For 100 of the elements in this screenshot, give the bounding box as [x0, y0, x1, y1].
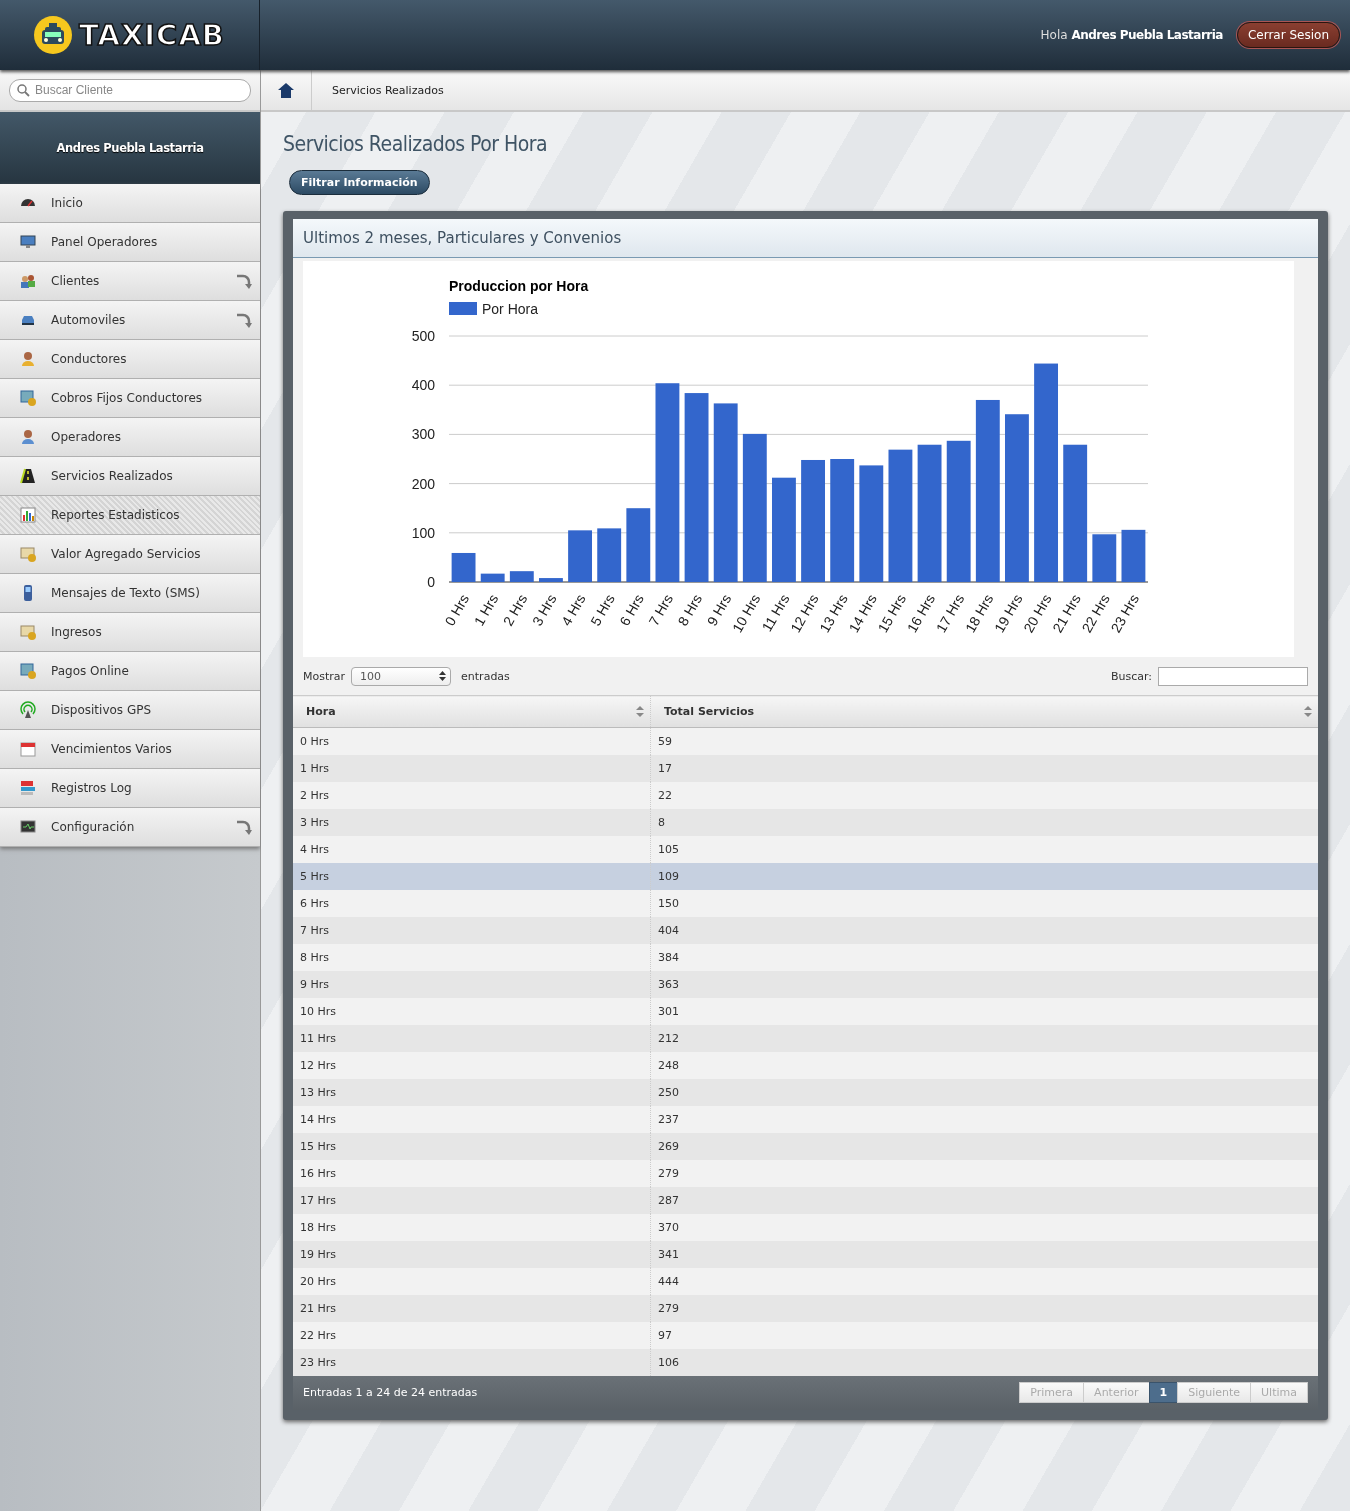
- x-tick-label: 5 Hrs: [587, 591, 618, 629]
- table-cell: 13 Hrs: [293, 1078, 651, 1106]
- table-cell: 9 Hrs: [293, 970, 651, 998]
- table-cell: 97: [650, 1321, 1318, 1349]
- menu-item[interactable]: Inicio: [0, 184, 260, 223]
- chart-title: Produccion por Hora: [449, 278, 589, 294]
- filter-button[interactable]: Filtrar Información: [289, 170, 430, 195]
- x-tick-label: 3 Hrs: [528, 591, 560, 629]
- table-cell: 12 Hrs: [293, 1051, 651, 1079]
- table-cell: 212: [650, 1024, 1318, 1052]
- table-cell: 10 Hrs: [293, 997, 651, 1025]
- menu-item[interactable]: Configuración: [0, 808, 260, 847]
- menu-item[interactable]: Mensajes de Texto (SMS): [0, 574, 260, 613]
- menu-item[interactable]: Ingresos: [0, 613, 260, 652]
- table-cell: 150: [650, 889, 1318, 917]
- monitor-icon: [19, 233, 37, 251]
- menu-item[interactable]: Operadores: [0, 418, 260, 457]
- table-cell: 363: [650, 970, 1318, 998]
- table-cell: 250: [650, 1078, 1318, 1106]
- table-cell: 19 Hrs: [293, 1240, 651, 1268]
- table-cell: 14 Hrs: [293, 1105, 651, 1133]
- menu-item[interactable]: Cobros Fijos Conductores: [0, 379, 260, 418]
- table-cell: 15 Hrs: [293, 1132, 651, 1160]
- home-icon[interactable]: [277, 81, 295, 99]
- table-coins-icon: [19, 662, 37, 680]
- money-coins-icon: [19, 623, 37, 641]
- table-cell: 341: [650, 1240, 1318, 1268]
- sort-arrows-icon: [636, 706, 644, 717]
- menu-item[interactable]: Conductores: [0, 340, 260, 379]
- menu-item[interactable]: Clientes: [0, 262, 260, 301]
- table-cell: 109: [650, 862, 1318, 890]
- logout-button[interactable]: Cerrar Sesion: [1236, 22, 1340, 48]
- x-tick-label: 2 Hrs: [499, 591, 531, 629]
- search-label: Buscar:: [1110, 669, 1152, 683]
- sort-arrows-icon: [439, 671, 447, 681]
- sort-arrows-icon: [1304, 706, 1312, 717]
- column-header[interactable]: Hora: [293, 695, 651, 728]
- entries-info: Entradas 1 a 24 de 24 entradas: [303, 1386, 478, 1399]
- menu-item[interactable]: Valor Agregado Servicios: [0, 535, 260, 574]
- table-cell: 105: [650, 835, 1318, 863]
- y-tick-label: 300: [411, 426, 435, 443]
- money-coins-icon: [19, 545, 37, 563]
- menu-item[interactable]: Panel Operadores: [0, 223, 260, 262]
- logo-text: TAXICAB: [79, 18, 225, 52]
- menu-item[interactable]: Registros Log: [0, 769, 260, 808]
- table-cell: 444: [650, 1267, 1318, 1295]
- search-field[interactable]: Buscar Cliente: [9, 78, 251, 102]
- table-cell: 279: [650, 1294, 1318, 1322]
- table-cell: 17 Hrs: [293, 1186, 651, 1214]
- table-cell: 370: [650, 1213, 1318, 1241]
- greeting-text: Hola Andres Puebla Lastarria: [1040, 28, 1223, 42]
- table-cell: 17: [650, 754, 1318, 782]
- table-cell: 22 Hrs: [293, 1321, 651, 1349]
- table-cell: 279: [650, 1159, 1318, 1187]
- menu-item[interactable]: Pagos Online: [0, 652, 260, 691]
- bar: [480, 573, 505, 582]
- y-tick-label: 100: [411, 524, 435, 541]
- y-tick-label: 500: [411, 328, 435, 344]
- table-cell: 1 Hrs: [293, 754, 651, 782]
- table-cell: 59: [650, 727, 1318, 755]
- table-cell: 18 Hrs: [293, 1213, 651, 1241]
- bar: [1092, 534, 1117, 582]
- y-tick-label: 400: [411, 377, 435, 394]
- people-icon: [19, 272, 37, 290]
- y-tick-label: 200: [411, 475, 435, 492]
- table-cell: 6 Hrs: [293, 889, 651, 917]
- table-cell: 22: [650, 781, 1318, 809]
- table-cell: 16 Hrs: [293, 1159, 651, 1187]
- table-cell: 106: [650, 1348, 1318, 1376]
- person-icon: [19, 428, 37, 446]
- menu-item[interactable]: Dispositivos GPS: [0, 691, 260, 730]
- taxi-logo-icon: [33, 15, 73, 55]
- antenna-icon: [19, 701, 37, 719]
- column-header[interactable]: Total Servicios: [650, 695, 1318, 728]
- table-cell: 3 Hrs: [293, 808, 651, 836]
- bar-chart-icon: [19, 506, 37, 524]
- table-cell: 404: [650, 916, 1318, 944]
- table-cell: 20 Hrs: [293, 1267, 651, 1295]
- page-button[interactable]: 1: [1148, 1382, 1179, 1403]
- table-cell: 8 Hrs: [293, 943, 651, 971]
- panel-title: Ultimos 2 meses, Particulares y Convenios: [293, 219, 1318, 258]
- x-tick-label: 1 Hrs: [470, 591, 502, 629]
- entries-dropdown[interactable]: 100: [351, 666, 452, 686]
- table-cell: 11 Hrs: [293, 1024, 651, 1052]
- x-tick-label: 0 Hrs: [441, 591, 473, 629]
- search-field[interactable]: [1158, 666, 1308, 686]
- table-cell: 2 Hrs: [293, 781, 651, 809]
- menu-item[interactable]: Vencimientos Varios: [0, 730, 260, 769]
- menu-item[interactable]: Reportes Estadisticos: [0, 496, 260, 535]
- menu-item[interactable]: Automoviles: [0, 301, 260, 340]
- table-cell: 301: [650, 997, 1318, 1025]
- menu-item[interactable]: Servicios Realizados: [0, 457, 260, 496]
- x-tick-label: 6 Hrs: [616, 591, 647, 629]
- bar: [451, 552, 476, 582]
- table-cell: 23 Hrs: [293, 1348, 651, 1376]
- table-cell: 287: [650, 1186, 1318, 1214]
- x-tick-label: 4 Hrs: [558, 591, 589, 629]
- breadcrumb-item[interactable]: Servicios Realizados: [332, 83, 444, 97]
- table-cell: 5 Hrs: [293, 862, 651, 890]
- y-tick-label: 0: [427, 574, 435, 590]
